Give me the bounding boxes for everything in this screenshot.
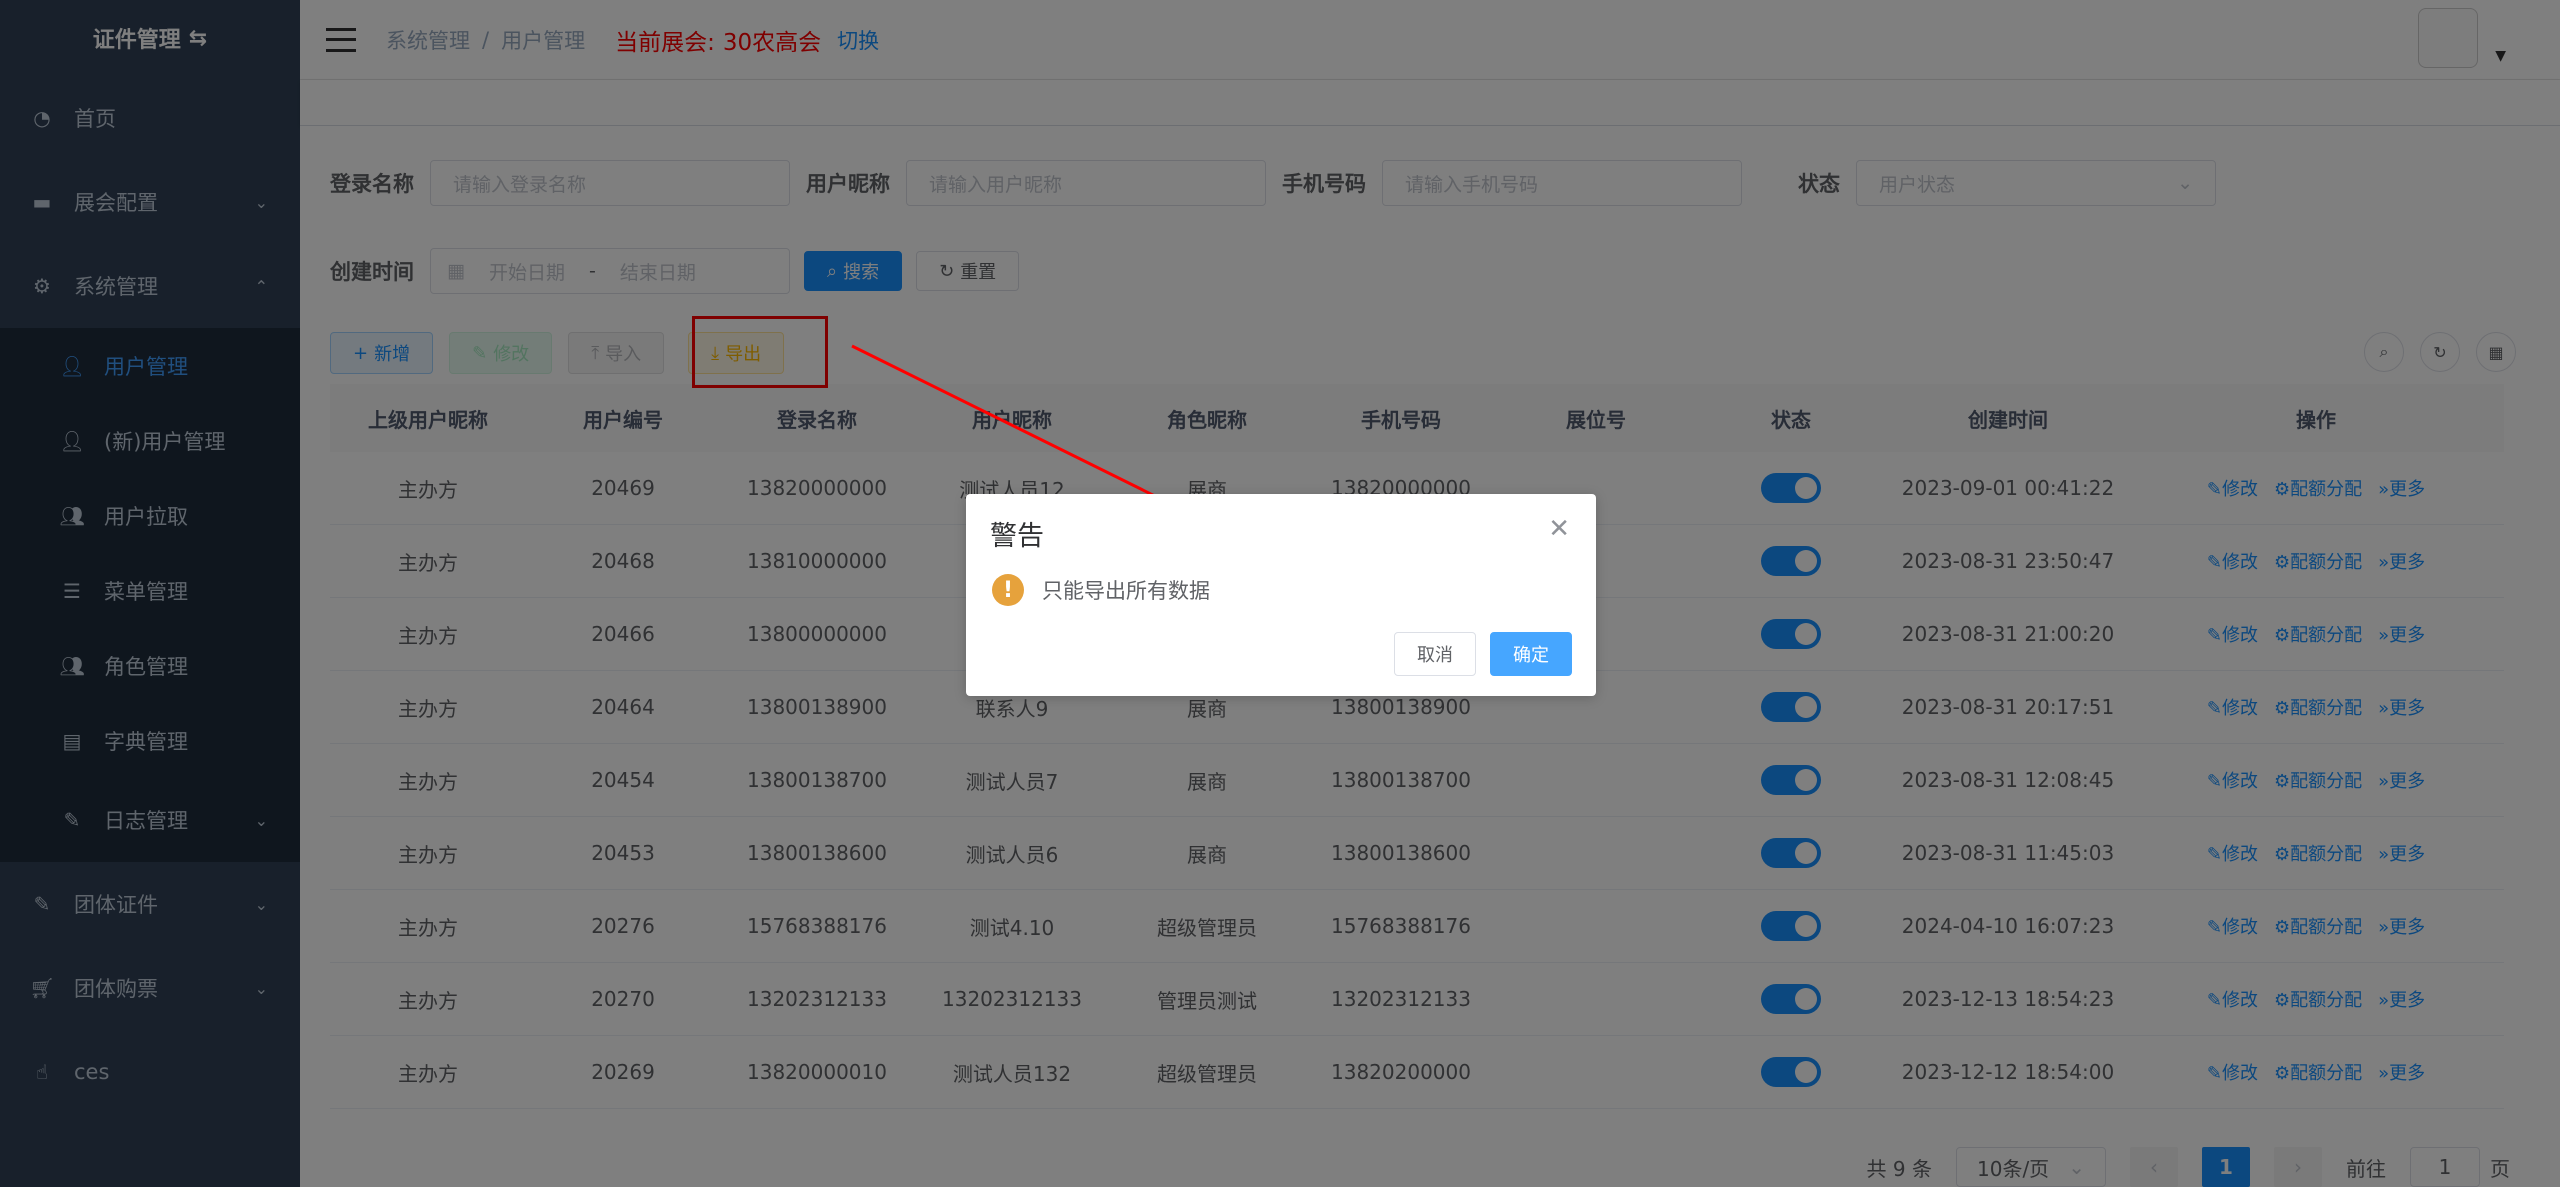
confirm-button[interactable]: 确定: [1490, 632, 1572, 676]
cancel-button[interactable]: 取消: [1394, 632, 1476, 676]
warning-dialog: 警告 ✕ ! 只能导出所有数据 取消 确定: [966, 494, 1596, 696]
dialog-message: 只能导出所有数据: [1042, 579, 1210, 603]
warning-icon: !: [992, 574, 1024, 606]
dialog-footer: 取消 确定: [1394, 632, 1572, 676]
dialog-title: 警告: [990, 521, 1044, 552]
dialog-body: ! 只能导出所有数据: [992, 574, 1210, 606]
close-icon[interactable]: ✕: [1548, 514, 1570, 544]
